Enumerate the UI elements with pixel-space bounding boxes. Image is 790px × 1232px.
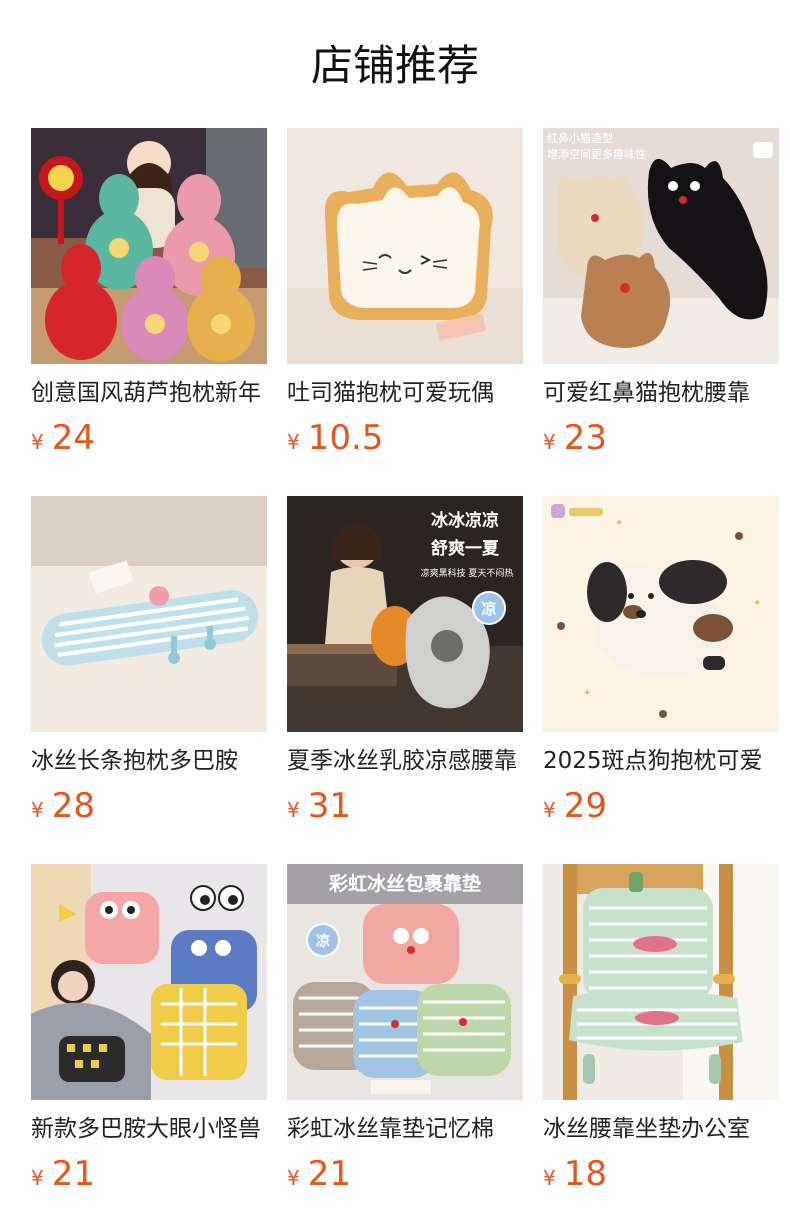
product-name[interactable]: 吐司猫抱枕可爱玩偶 [287,376,523,410]
product-price: 23 [563,418,607,458]
product-card[interactable]: 红鼻小猫造型 增添空间更多趣味性 可爱红鼻猫抱枕腰靠 ¥23 [543,128,779,468]
image-caption-line1: 冰冰凉凉 [431,510,499,531]
red-nose-cat-pillow-image: 红鼻小猫造型 增添空间更多趣味性 [543,128,779,364]
product-card[interactable]: ✦ ✦ ✦ 2025斑点狗抱枕可爱 ¥29 [543,496,779,836]
big-eye-monster-pillow-image [31,864,267,1100]
shop-recommendations-page: 店铺推荐 创意国风葫芦抱枕新年 ¥ 24 吐司猫抱枕可爱玩偶 ¥ 10.5 红鼻… [0,0,790,1232]
product-price: 31 [307,786,351,826]
product-card[interactable]: 冰冰凉凉 舒爽一夏 凉爽黑科技 夏天不闷热 凉 夏季冰丝乳胶凉感腰靠 ¥31 [287,496,523,836]
product-image[interactable] [543,864,779,1100]
product-price: 24 [51,418,95,458]
price-row: ¥29 [543,786,607,826]
price-row: ¥18 [543,1154,607,1194]
product-image[interactable] [287,128,523,364]
currency-symbol: ¥ [287,430,300,454]
toast-cat-pillow-image [287,128,523,364]
product-name[interactable]: 可爱红鼻猫抱枕腰靠 [543,376,779,410]
currency-symbol: ¥ [31,1166,44,1190]
svg-text:✦: ✦ [583,688,591,699]
image-caption-line3: 凉爽黑科技 夏天不闷热 [421,567,514,579]
product-image[interactable] [31,864,267,1100]
currency-symbol: ¥ [543,798,556,822]
price-row: ¥24 [31,418,95,458]
price-row: ¥21 [287,1154,351,1194]
product-image[interactable] [31,128,267,364]
cool-badge-text: 凉 [316,933,330,950]
product-name[interactable]: 创意国风葫芦抱枕新年 [31,376,267,410]
price-row: ¥31 [287,786,351,826]
product-name[interactable]: 新款多巴胺大眼小怪兽 [31,1112,267,1146]
product-image[interactable]: ✦ ✦ ✦ [543,496,779,732]
product-price: 21 [51,1154,95,1194]
image-caption-line1: 红鼻小猫造型 [547,131,613,145]
currency-symbol: ¥ [31,798,44,822]
image-caption-line2: 增添空间更多趣味性 [547,147,646,161]
price-row: ¥10.5 [287,418,383,458]
product-card[interactable]: 吐司猫抱枕可爱玩偶 ¥10.5 [287,128,523,468]
currency-symbol: ¥ [543,430,556,454]
svg-text:✦: ✦ [753,598,761,609]
product-name[interactable]: 冰丝腰靠坐垫办公室 [543,1112,779,1146]
gourd-pillow-image [31,128,267,364]
spotted-dog-pillow-image: ✦ ✦ ✦ [543,496,779,732]
image-caption-line2: 舒爽一夏 [431,538,500,559]
section-title: 店铺推荐 [310,41,479,90]
price-row: ¥28 [31,786,95,826]
image-caption-line1: 彩虹冰丝包裹靠垫 [328,872,481,895]
currency-symbol: ¥ [31,430,44,454]
svg-text:✦: ✦ [615,518,623,529]
price-row: ¥21 [31,1154,95,1194]
product-card[interactable]: 冰丝腰靠坐垫办公室 ¥18 [543,864,779,1204]
product-card[interactable]: 彩虹冰丝包裹靠垫 凉 彩虹冰丝靠垫记忆棉 ¥ 21 [287,864,523,1204]
product-name[interactable]: 冰丝长条抱枕多巴胺 [31,744,267,778]
price-row: ¥23 [543,418,607,458]
currency-symbol: ¥ [543,1166,556,1190]
product-price: 29 [563,786,607,826]
product-image[interactable]: 彩虹冰丝包裹靠垫 凉 [287,864,523,1100]
product-name[interactable]: 2025斑点狗抱枕可爱 [543,744,779,778]
product-image[interactable]: 冰冰凉凉 舒爽一夏 凉爽黑科技 夏天不闷热 凉 [287,496,523,732]
long-bolster-pillow-image [31,496,267,732]
product-card[interactable]: 创意国风葫芦抱枕新年 ¥24 [31,128,267,468]
cool-badge-text: 凉 [481,600,496,618]
product-price: 28 [51,786,95,826]
product-name[interactable]: 彩虹冰丝靠垫记忆棉 [287,1112,523,1146]
product-card[interactable]: 新款多巴胺大眼小怪兽 ¥21 [31,864,267,1204]
rainbow-cushion-image: 彩虹冰丝包裹靠垫 凉 [287,864,523,1100]
product-price: 10.5 [307,418,384,458]
product-image[interactable]: 红鼻小猫造型 增添空间更多趣味性 [543,128,779,364]
currency-symbol: ¥ [287,1166,300,1190]
seat-cushion-chair-image [543,864,779,1100]
ice-silk-lumbar-image: 冰冰凉凉 舒爽一夏 凉爽黑科技 夏天不闷热 凉 [287,496,523,732]
currency-symbol: ¥ [287,798,300,822]
product-image[interactable] [31,496,267,732]
product-card[interactable]: 冰丝长条抱枕多巴胺 ¥28 [31,496,267,836]
product-price: 18 [563,1154,607,1194]
product-price: 21 [307,1154,351,1194]
product-name[interactable]: 夏季冰丝乳胶凉感腰靠 [287,744,523,778]
